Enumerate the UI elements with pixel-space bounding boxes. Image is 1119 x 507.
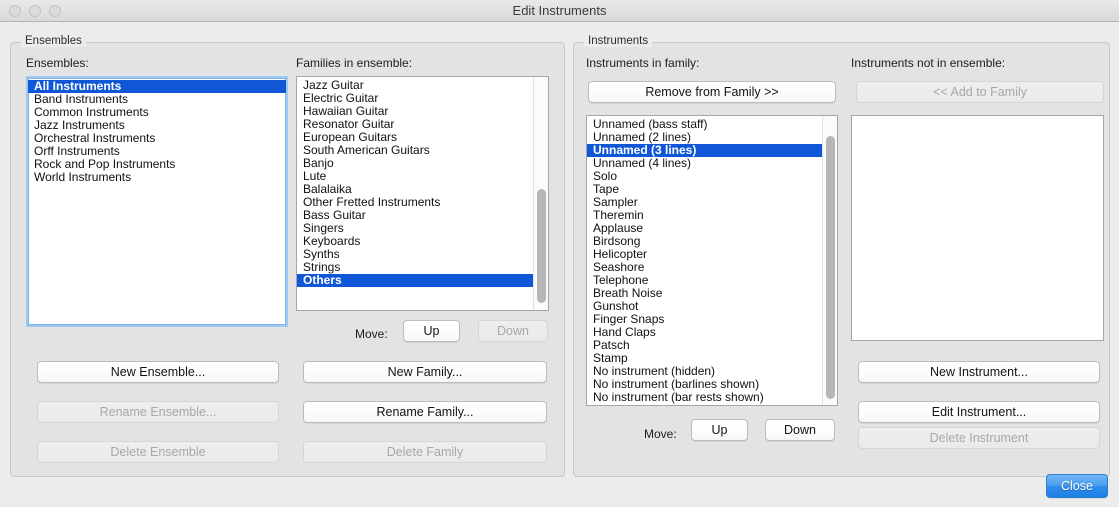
ensemble-item[interactable]: All Instruments xyxy=(28,80,286,93)
ensemble-item[interactable]: Orchestral Instruments xyxy=(28,132,286,145)
families-move-label: Move: xyxy=(355,327,388,341)
instruments-group-legend: Instruments xyxy=(584,35,653,47)
instrument-in-family-item[interactable]: Finger Snaps xyxy=(587,313,822,326)
instruments-in-family-scrollbar-thumb[interactable] xyxy=(826,136,835,399)
instrument-in-family-item[interactable]: No instrument (hidden) xyxy=(587,365,822,378)
add-to-family-button[interactable]: << Add to Family xyxy=(856,81,1104,103)
families-scrollbar-thumb[interactable] xyxy=(537,189,546,303)
rename-family-button[interactable]: Rename Family... xyxy=(303,401,547,423)
new-family-button[interactable]: New Family... xyxy=(303,361,547,383)
instruments-not-in-ensemble-label: Instruments not in ensemble: xyxy=(851,56,1006,70)
instrument-in-family-item[interactable]: Unnamed (3 lines) xyxy=(587,144,822,157)
family-item[interactable]: Other Fretted Instruments xyxy=(297,196,533,209)
instrument-in-family-item[interactable]: Breath Noise xyxy=(587,287,822,300)
family-item[interactable]: Hawaiian Guitar xyxy=(297,105,533,118)
dialog-body: Ensembles Ensembles: All Instruments Band… xyxy=(0,22,1119,507)
delete-ensemble-button[interactable]: Delete Ensemble xyxy=(37,441,279,463)
ensemble-item[interactable]: Jazz Instruments xyxy=(28,119,286,132)
instrument-in-family-item[interactable]: Theremin xyxy=(587,209,822,222)
instrument-in-family-item[interactable]: Telephone xyxy=(587,274,822,287)
instruments-in-family-scrollbar[interactable] xyxy=(822,116,837,405)
family-item[interactable]: Electric Guitar xyxy=(297,92,533,105)
instrument-in-family-item[interactable]: Hand Claps xyxy=(587,326,822,339)
families-listbox[interactable]: Jazz Guitar Electric Guitar Hawaiian Guita… xyxy=(296,76,549,311)
instrument-in-family-item[interactable]: Sampler xyxy=(587,196,822,209)
instrument-in-family-item[interactable]: No instrument (bar rests shown) xyxy=(587,391,822,404)
family-item[interactable]: Jazz Guitar xyxy=(297,79,533,92)
ensemble-item[interactable]: Band Instruments xyxy=(28,93,286,106)
family-item[interactable]: Bass Guitar xyxy=(297,209,533,222)
edit-instrument-button[interactable]: Edit Instrument... xyxy=(858,401,1100,423)
instrument-in-family-item[interactable]: Patsch xyxy=(587,339,822,352)
window-titlebar: Edit Instruments xyxy=(0,0,1119,22)
instrument-in-family-item[interactable]: Tape xyxy=(587,183,822,196)
families-list-label: Families in ensemble: xyxy=(296,56,413,70)
ensemble-item[interactable]: Common Instruments xyxy=(28,106,286,119)
instrument-in-family-item[interactable]: Solo xyxy=(587,170,822,183)
delete-instrument-button[interactable]: Delete Instrument xyxy=(858,427,1100,449)
instrument-in-family-item[interactable]: Birdsong xyxy=(587,235,822,248)
family-item[interactable]: Singers xyxy=(297,222,533,235)
window-title: Edit Instruments xyxy=(512,3,607,18)
instrument-in-family-item[interactable]: Applause xyxy=(587,222,822,235)
ensemble-item[interactable]: Orff Instruments xyxy=(28,145,286,158)
ensemble-item[interactable]: Rock and Pop Instruments xyxy=(28,158,286,171)
ensemble-item[interactable]: World Instruments xyxy=(28,171,286,184)
instruments-not-in-ensemble-listbox[interactable] xyxy=(851,115,1104,341)
instruments-move-down-button[interactable]: Down xyxy=(765,419,835,441)
families-move-up-button[interactable]: Up xyxy=(403,320,460,342)
instrument-in-family-item[interactable]: Unnamed (bass staff) xyxy=(587,118,822,131)
family-item[interactable]: Balalaika xyxy=(297,183,533,196)
family-item[interactable]: European Guitars xyxy=(297,131,533,144)
instrument-in-family-item[interactable]: Seashore xyxy=(587,261,822,274)
ensembles-list-label: Ensembles: xyxy=(26,56,89,70)
close-button[interactable]: Close xyxy=(1046,474,1108,498)
instrument-in-family-item[interactable]: Helicopter xyxy=(587,248,822,261)
ensembles-listbox[interactable]: All Instruments Band Instruments Common In… xyxy=(26,76,288,327)
families-move-down-button[interactable]: Down xyxy=(478,320,548,342)
new-ensemble-button[interactable]: New Ensemble... xyxy=(37,361,279,383)
family-item[interactable]: Synths xyxy=(297,248,533,261)
instrument-in-family-item[interactable]: Unnamed (4 lines) xyxy=(587,157,822,170)
instruments-in-family-label: Instruments in family: xyxy=(586,56,700,70)
ensembles-group-legend: Ensembles xyxy=(21,35,86,47)
families-scrollbar[interactable] xyxy=(533,77,548,310)
instrument-in-family-item[interactable]: Stamp xyxy=(587,352,822,365)
instrument-in-family-item[interactable]: No instrument (barlines shown) xyxy=(587,378,822,391)
family-item[interactable]: Strings xyxy=(297,261,533,274)
family-item[interactable]: Lute xyxy=(297,170,533,183)
remove-from-family-button[interactable]: Remove from Family >> xyxy=(588,81,836,103)
instruments-in-family-listbox[interactable]: Unnamed (bass staff) Unnamed (2 lines) Unn… xyxy=(586,115,838,406)
instruments-move-up-button[interactable]: Up xyxy=(691,419,748,441)
rename-ensemble-button[interactable]: Rename Ensemble... xyxy=(37,401,279,423)
family-item[interactable]: South American Guitars xyxy=(297,144,533,157)
new-instrument-button[interactable]: New Instrument... xyxy=(858,361,1100,383)
family-item[interactable]: Others xyxy=(297,274,533,287)
family-item[interactable]: Resonator Guitar xyxy=(297,118,533,131)
delete-family-button[interactable]: Delete Family xyxy=(303,441,547,463)
family-item[interactable]: Banjo xyxy=(297,157,533,170)
family-item[interactable]: Keyboards xyxy=(297,235,533,248)
instrument-in-family-item[interactable]: Unnamed (2 lines) xyxy=(587,131,822,144)
instrument-in-family-item[interactable]: Gunshot xyxy=(587,300,822,313)
instruments-move-label: Move: xyxy=(644,427,677,441)
